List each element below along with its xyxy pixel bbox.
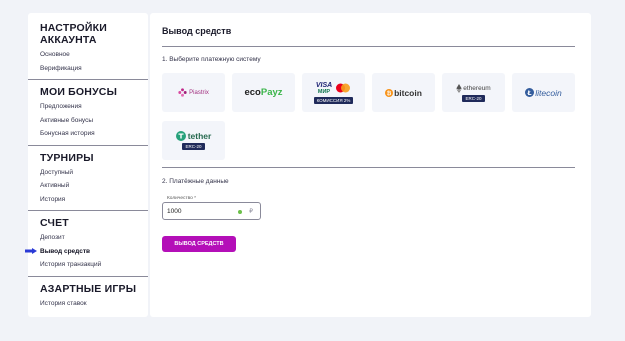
step-2-label: 2. Платёжные данные: [162, 178, 229, 185]
amount-label: Количество *: [166, 196, 197, 201]
ethereum-logo-icon: [456, 83, 462, 93]
payment-ethereum[interactable]: ethereum ERC-20: [442, 73, 505, 112]
litecoin-label: litecoin: [535, 87, 562, 98]
sidebar-divider: [28, 144, 148, 146]
sidebar-divider: [28, 275, 148, 277]
page-title: Вывод средств: [162, 26, 232, 36]
mir-label: МИР: [317, 88, 331, 95]
sidebar-item-active[interactable]: Активный: [40, 179, 148, 193]
sidebar-divider: [28, 79, 148, 80]
sidebar-section-tournaments: ТУРНИРЫ Доступный Активный История: [28, 152, 148, 207]
tether-logo-icon: [175, 131, 186, 141]
currency-label: ₽: [249, 209, 253, 215]
svg-text:₿: ₿: [387, 90, 392, 97]
sidebar-heading-account: НАСТРОЙКИ АККАУНТА: [40, 22, 148, 46]
sidebar-heading-line2: АККАУНТА: [40, 34, 97, 46]
visa-label: VISA: [315, 81, 333, 89]
arrow-right-icon: [25, 247, 37, 254]
ecopayz-eco-label: eco: [244, 87, 261, 98]
sidebar-item-tournament-history[interactable]: История: [40, 193, 148, 207]
sidebar-item-verification[interactable]: Верификация: [40, 62, 148, 76]
divider: [162, 46, 575, 47]
bitcoin-label: bitcoin: [394, 87, 422, 98]
sidebar-item-transaction-history[interactable]: История транзакций: [40, 258, 148, 272]
sidebar-item-active-bonuses[interactable]: Активные бонусы: [40, 114, 148, 128]
payment-bitcoin[interactable]: ₿ bitcoin: [372, 73, 435, 112]
sidebar-item-deposit[interactable]: Депозит: [40, 231, 148, 245]
commission-badge: КОМИССИЯ 2%: [313, 96, 354, 104]
erc20-badge: ERC-20: [462, 94, 485, 102]
svg-text:Ł: Ł: [527, 90, 532, 97]
sidebar-item-bet-history[interactable]: История ставок: [40, 297, 148, 311]
step-1-label: 1. Выберите платежную систему: [162, 56, 261, 63]
sidebar-section-account-balance: СЧЕТ Депозит Вывод средств История транз…: [25, 217, 148, 272]
sidebar-heading-tournaments: ТУРНИРЫ: [40, 151, 94, 164]
erc20-badge: ERC-20: [182, 143, 205, 150]
payment-litecoin[interactable]: Ł litecoin: [512, 73, 575, 112]
withdraw-button[interactable]: Вывод средств: [162, 236, 236, 252]
piastrix-label: Piastrix: [189, 89, 209, 96]
sidebar-divider: [28, 210, 148, 211]
piastrix-logo-icon: [178, 88, 187, 97]
sidebar-item-offers[interactable]: Предложения: [40, 100, 148, 114]
sidebar-item-bonus-history[interactable]: Бонусная история: [40, 127, 148, 141]
sidebar-item-withdraw[interactable]: Вывод средств: [40, 245, 148, 259]
sidebar-heading-account-balance: СЧЕТ: [40, 217, 69, 229]
sidebar-heading-gambling: АЗАРТНЫЕ ИГРЫ: [40, 282, 137, 295]
sidebar-item-basic[interactable]: Основное: [40, 48, 148, 62]
status-dot-icon: [238, 210, 242, 214]
amount-field[interactable]: 1000 ₽: [162, 202, 261, 220]
account-sidebar: НАСТРОЙКИ АККАУНТА Основное Верификация …: [25, 13, 148, 317]
sidebar-section-account: НАСТРОЙКИ АККАУНТА Основное Верификация: [28, 13, 148, 75]
withdraw-panel: Вывод средств 1. Выберите платежную сист…: [150, 13, 591, 317]
ethereum-label: ethereum: [463, 84, 491, 92]
payment-piastrix[interactable]: Piastrix: [162, 73, 225, 112]
payment-ecopayz[interactable]: ecoPayz: [232, 73, 295, 112]
payment-tether[interactable]: tether ERC-20: [162, 121, 225, 160]
sidebar-item-available[interactable]: Доступный: [40, 166, 148, 180]
divider: [162, 167, 575, 168]
tether-label: tether: [187, 131, 212, 141]
payment-bank-card[interactable]: VISA МИР КОМИССИЯ 2%: [302, 73, 365, 112]
mastercard-logo-icon: [336, 83, 351, 93]
bitcoin-logo-icon: ₿: [385, 88, 394, 97]
sidebar-section-bonuses: МОИ БОНУСЫ Предложения Активные бонусы Б…: [28, 86, 148, 141]
litecoin-logo-icon: Ł: [525, 88, 535, 97]
ecopayz-payz-label: Payz: [260, 87, 283, 98]
sidebar-heading-bonuses: МОИ БОНУСЫ: [40, 86, 118, 98]
sidebar-heading-line1: НАСТРОЙКИ: [40, 22, 107, 34]
amount-value[interactable]: 1000: [167, 208, 181, 215]
sidebar-section-gambling: АЗАРТНЫЕ ИГРЫ История ставок: [28, 283, 148, 311]
